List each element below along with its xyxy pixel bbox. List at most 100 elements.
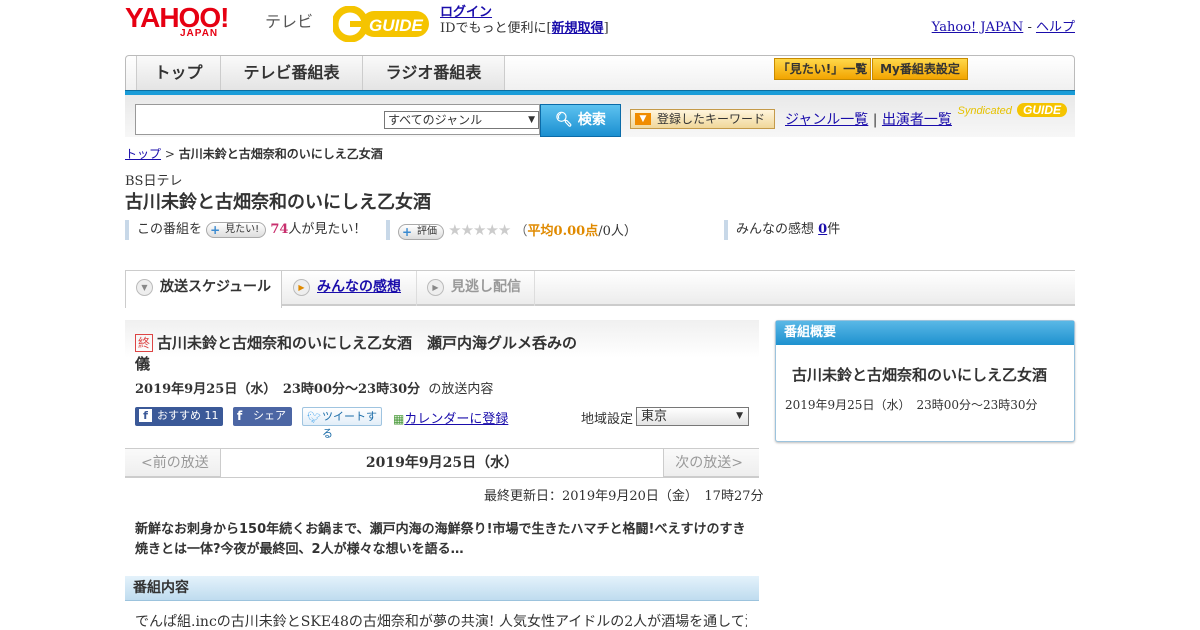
register-link[interactable]: 新規取得: [552, 21, 604, 36]
search-icon: 🔍︎: [555, 112, 573, 128]
episode-datetime: 2019年9月25日（水） 23時00分～23時30分 の放送内容: [135, 378, 493, 397]
page-title: 古川未鈴と古畑奈和のいにしえ乙女酒: [125, 192, 431, 213]
overview-datetime: 2019年9月25日（水） 23時00分～23時30分: [785, 398, 1038, 412]
breadcrumb-current: 古川未鈴と古畑奈和のいにしえ乙女酒: [178, 147, 383, 161]
channel-name: BS日テレ: [125, 174, 183, 189]
want-to-watch-area: この番組を + 見たい! 74人が見たい！: [125, 220, 366, 240]
syndicated-label: Syndicated: [957, 105, 1012, 117]
tweet-button[interactable]: 🐦︎ ツイートする: [302, 407, 382, 440]
site-header: YAHOO! JAPAN テレビ GUIDE ログイン IDでもっと便利に[新規…: [125, 0, 1075, 50]
want-pre-text: この番組を: [137, 222, 203, 237]
region-select-value: 東京: [641, 409, 668, 424]
help-link[interactable]: ヘルプ: [1036, 20, 1075, 35]
rating-area: + 評価 ★★★★★ （平均0.00点/0人）: [386, 220, 637, 240]
calendar-register[interactable]: ▦カレンダーに登録: [393, 408, 508, 427]
episode-date-suffix: の放送内容: [428, 382, 494, 397]
nav-tab-top[interactable]: トップ: [136, 56, 221, 90]
tab-missed-label: 見逃し配信: [451, 279, 521, 295]
star-rating-icon: ★★★★★: [448, 221, 511, 239]
region-label: 地域設定: [581, 412, 634, 427]
genre-list-link[interactable]: ジャンル一覧: [785, 112, 868, 128]
my-schedule-button[interactable]: My番組表設定: [872, 58, 968, 80]
search-links: ジャンル一覧 | 出演者一覧: [785, 109, 952, 129]
main-nav: トップ テレビ番組表 ラジオ番組表 「見たい!」一覧 My番組表設定: [125, 55, 1075, 96]
plus-icon: +: [210, 222, 221, 237]
episode-title: 終古川未鈴と古畑奈和のいにしえ乙女酒 瀬戸内海グルメ呑みの儀: [135, 333, 585, 375]
impressions-pre: みんなの感想: [736, 222, 815, 237]
region-select[interactable]: 東京 ▼: [636, 407, 749, 426]
twitter-bird-icon: 🐦︎: [307, 411, 321, 424]
tab-impressions-label: みんなの感想: [317, 279, 401, 295]
play-arrow-icon: ▶: [293, 279, 310, 296]
nav-tab-radio-schedule[interactable]: ラジオ番組表: [363, 56, 505, 90]
prev-broadcast-link[interactable]: <前の放送: [141, 449, 209, 477]
links-pipe: |: [872, 112, 878, 128]
rate-button[interactable]: + 評価: [398, 223, 444, 240]
program-overview-box: 番組概要 古川未鈴と古畑奈和のいにしえ乙女酒 2019年9月25日（水） 23時…: [775, 320, 1075, 442]
yahoo-japan-link[interactable]: Yahoo! JAPAN: [932, 20, 1024, 35]
yahoo-logo-sub: JAPAN: [180, 28, 219, 39]
recommend-label: おすすめ 11: [157, 409, 219, 422]
impressions-count-link[interactable]: 0: [818, 222, 827, 237]
facebook-icon: f: [237, 409, 243, 423]
keyword-button-label: 登録したキーワード: [657, 112, 766, 126]
performer-list-link[interactable]: 出演者一覧: [882, 112, 952, 128]
mitai-list-button[interactable]: 「見たい!」一覧: [774, 58, 871, 80]
episode-panel: 終古川未鈴と古畑奈和のいにしえ乙女酒 瀬戸内海グルメ呑みの儀 2019年9月25…: [125, 320, 759, 446]
rate-button-label: 評価: [417, 225, 437, 237]
login-link[interactable]: ログイン: [440, 5, 492, 20]
search-button-label: 検索: [577, 112, 606, 128]
facebook-icon: f: [139, 409, 152, 422]
content-section-header: 番組内容: [125, 576, 759, 601]
tab-schedule-label: 放送スケジュール: [160, 279, 272, 295]
content-description: でんぱ組.incの古川未鈴とSKE48の古畑奈和が夢の共演! 人気女性アイドルの…: [135, 614, 747, 630]
dropdown-arrow-icon: ▼: [736, 411, 743, 421]
tweet-label: ツイートする: [322, 410, 377, 440]
search-bar: すべてのジャンル ▼ 🔍︎ 検索 ▼ 登録したキーワード ジャンル一覧 | 出演…: [125, 95, 1075, 137]
last-updated: 最終更新日：2019年9月20日（金） 17時27分: [484, 489, 764, 504]
login-text-post: ]: [603, 21, 609, 36]
want-to-watch-button[interactable]: + 見たい!: [206, 221, 267, 238]
registered-keyword-button[interactable]: ▼ 登録したキーワード: [630, 109, 775, 129]
chevron-down-icon: ▼: [136, 279, 153, 296]
breadcrumb-sep: >: [164, 147, 175, 161]
calendar-icon: ▦: [393, 412, 405, 426]
overview-header: 番組概要: [776, 321, 1074, 345]
nav-tab-tv-schedule[interactable]: テレビ番組表: [221, 56, 363, 90]
facebook-recommend-button[interactable]: f おすすめ 11: [135, 407, 223, 426]
impressions-post: 件: [827, 222, 841, 237]
login-text-pre: IDでもっと便利に[: [440, 21, 552, 36]
next-broadcast-link[interactable]: 次の放送>: [675, 449, 743, 477]
facebook-share-button[interactable]: f シェア: [233, 407, 292, 426]
program-tabs: ▼ 放送スケジュール ▶ みんなの感想 ▶ 見逃し配信: [125, 270, 1075, 308]
login-area: ログイン IDでもっと便利に[新規取得]: [440, 5, 609, 37]
rating-count: /0人）: [598, 224, 637, 239]
play-arrow-icon: ▶: [427, 279, 444, 296]
end-badge: 終: [135, 334, 154, 352]
want-post-text: 人が見たい！: [288, 222, 367, 237]
breadcrumb-top[interactable]: トップ: [125, 147, 161, 161]
want-button-label: 見たい!: [225, 223, 260, 235]
breadcrumb: トップ > 古川未鈴と古畑奈和のいにしえ乙女酒: [125, 145, 383, 162]
share-label: シェア: [253, 409, 286, 422]
impressions-count-area: みんなの感想 0件: [724, 220, 840, 240]
syndicated-guide-text: GUIDE: [1016, 103, 1067, 117]
rating-open-paren: （: [514, 224, 528, 239]
episode-title-text: 古川未鈴と古畑奈和のいにしえ乙女酒 瀬戸内海グルメ呑みの儀: [135, 334, 578, 373]
down-triangle-icon: ▼: [635, 113, 651, 125]
plus-icon: +: [402, 224, 413, 239]
tab-missed-delivery: ▶ 見逃し配信: [417, 271, 535, 306]
gguide-logo-text: GUIDE: [369, 16, 424, 35]
search-button[interactable]: 🔍︎ 検索: [540, 104, 621, 137]
tab-impressions[interactable]: ▶ みんなの感想: [283, 271, 417, 306]
tab-broadcast-schedule[interactable]: ▼ 放送スケジュール: [125, 271, 282, 308]
gguide-logo[interactable]: GUIDE: [333, 6, 431, 42]
genre-select[interactable]: すべてのジャンル ▼: [384, 111, 539, 129]
genre-select-value: すべてのジャンル: [388, 113, 483, 127]
overview-title: 古川未鈴と古畑奈和のいにしえ乙女酒: [792, 366, 1048, 384]
episode-summary: 新鮮なお刺身から150年続くお鍋まで、瀬戸内海の海鮮祭り!市場で生きたハマチと格…: [135, 522, 746, 557]
dropdown-arrow-icon: ▼: [528, 115, 535, 125]
yahoo-japan-logo[interactable]: YAHOO! JAPAN: [125, 4, 229, 40]
current-broadcast-date: 2019年9月25日（水）: [220, 449, 664, 477]
calendar-register-link[interactable]: カレンダーに登録: [404, 412, 508, 427]
